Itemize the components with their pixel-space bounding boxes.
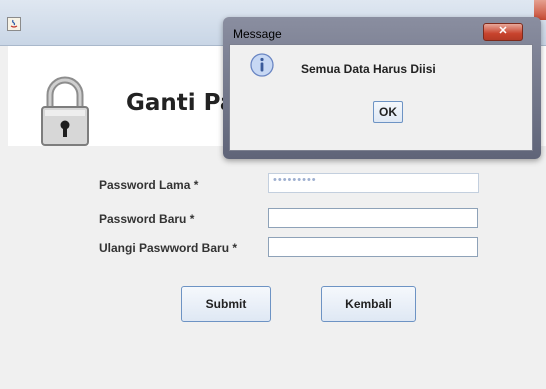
old-password-field[interactable]: ••••••••• xyxy=(268,173,479,193)
dialog-close-button[interactable]: ✕ xyxy=(483,23,523,41)
dialog-message: Semua Data Harus Diisi xyxy=(301,62,436,76)
padlock-icon xyxy=(41,76,89,146)
new-password-field[interactable] xyxy=(268,208,478,228)
back-button[interactable]: Kembali xyxy=(321,286,416,322)
dialog-body: Semua Data Harus Diisi OK xyxy=(229,44,533,151)
header-title: Ganti Pa xyxy=(126,90,236,116)
new-password-label: Password Baru * xyxy=(99,212,195,226)
submit-button[interactable]: Submit xyxy=(181,286,271,322)
old-password-label: Password Lama * xyxy=(99,178,199,192)
java-app-icon xyxy=(7,17,21,31)
message-dialog: Message ✕ Semua Data Harus Diisi OK xyxy=(223,17,541,159)
repeat-password-field[interactable] xyxy=(268,237,478,257)
info-icon xyxy=(250,53,274,77)
dialog-title: Message xyxy=(233,27,282,41)
repeat-password-label: Ulangi Paswword Baru * xyxy=(99,241,238,255)
ok-button[interactable]: OK xyxy=(373,101,403,123)
